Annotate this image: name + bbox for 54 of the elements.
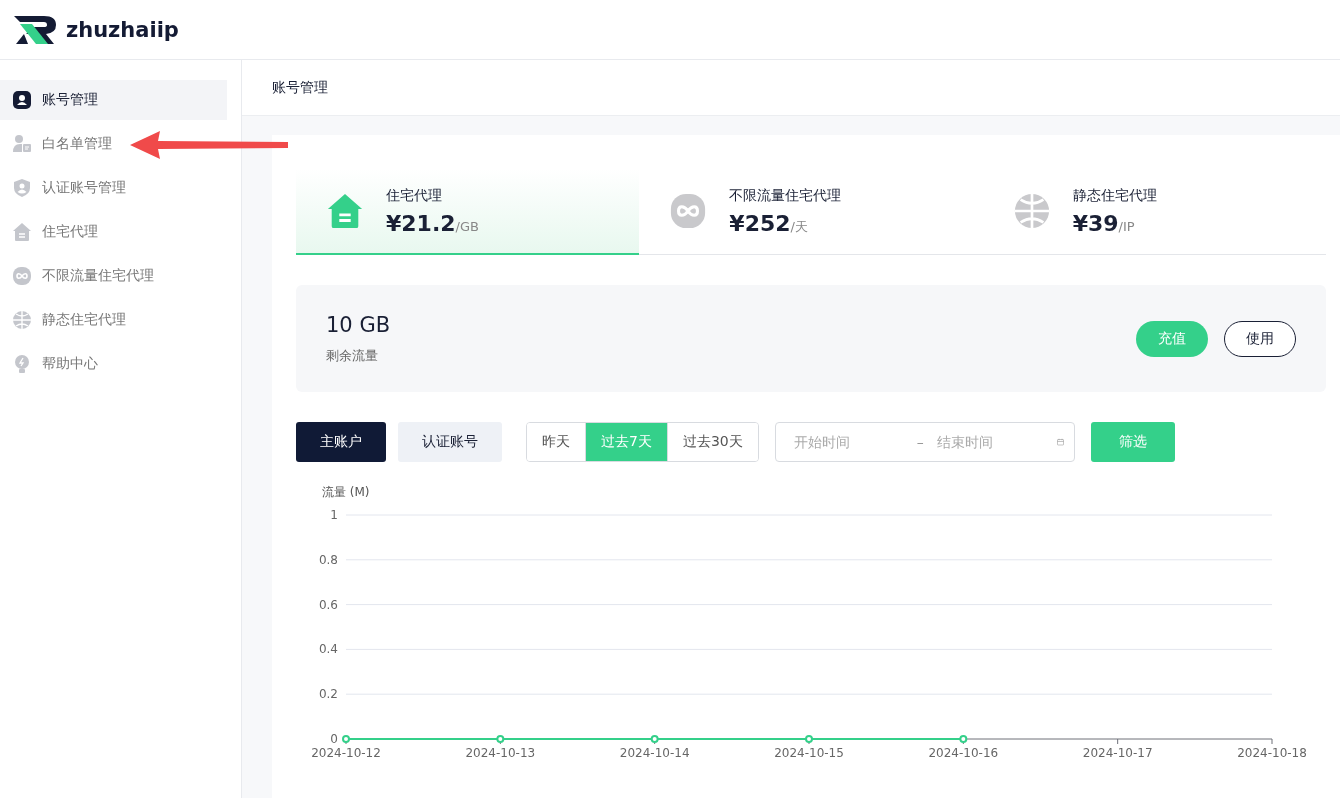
- globe-icon: [1012, 192, 1051, 230]
- data-point: [959, 735, 968, 743]
- sidebar-item[interactable]: 账号管理: [0, 80, 227, 120]
- product-price: ¥39/IP: [1072, 210, 1136, 236]
- shield-icon: [12, 178, 32, 198]
- range-separator: –: [915, 434, 925, 450]
- tick-label: 0.4: [318, 642, 338, 657]
- product-name: 静态住宅代理: [1072, 186, 1157, 205]
- product-price: ¥21.2/GB: [386, 210, 479, 236]
- globe-icon: [12, 310, 32, 330]
- tick-label: 2024-10-16: [928, 746, 999, 760]
- data-point: [496, 735, 505, 743]
- use-button[interactable]: 使用: [1224, 320, 1296, 357]
- logo-icon: [14, 15, 58, 44]
- tick-label: 2024-10-13: [465, 746, 536, 760]
- sidebar-item[interactable]: 帮助中心: [0, 344, 227, 384]
- sidebar-item[interactable]: 白名单管理: [0, 124, 227, 164]
- data-point: [342, 735, 350, 743]
- page-title: 账号管理: [272, 78, 328, 97]
- brand-name: zhuzhaiip: [66, 17, 179, 42]
- tick-label: 0: [330, 732, 338, 746]
- product-tab[interactable]: 不限流量住宅代理 ¥252/天: [639, 169, 983, 255]
- product-tab[interactable]: 静态住宅代理 ¥39/IP: [982, 169, 1326, 255]
- tick-label: 2024-10-12: [311, 746, 381, 760]
- date-range-field[interactable]: 开始时间 – 结束时间: [774, 422, 1075, 462]
- infinity-icon: [12, 266, 32, 286]
- house-icon: [326, 192, 364, 230]
- tick-label: 0.6: [318, 597, 338, 612]
- account-tab[interactable]: 认证账号: [398, 422, 502, 462]
- sidebar-item[interactable]: 不限流量住宅代理: [0, 256, 227, 296]
- tick-label: 2024-10-17: [1082, 746, 1153, 760]
- tick-label: 2024-10-15: [774, 746, 844, 760]
- axis-title: 流量 (M): [322, 485, 370, 499]
- tick-label: 0.2: [318, 687, 338, 702]
- house-icon: [12, 222, 32, 242]
- data-point: [805, 735, 813, 743]
- sidebar-item[interactable]: 认证账号管理: [0, 168, 227, 208]
- range-option[interactable]: 过去30天: [666, 423, 758, 461]
- tick-label: 2024-10-14: [619, 746, 690, 760]
- balance-value: 10 GB: [326, 312, 391, 337]
- balance-label: 剩余流量: [326, 346, 379, 365]
- sidebar-item[interactable]: 静态住宅代理: [0, 300, 227, 340]
- lightbulb-icon: [12, 354, 32, 374]
- tick-label: 0.8: [318, 552, 338, 567]
- account-tab[interactable]: 主账户: [296, 422, 386, 462]
- product-name: 住宅代理: [386, 186, 443, 205]
- tick-label: 2024-10-18: [1237, 746, 1307, 760]
- user-icon: [12, 90, 32, 110]
- sidebar-item[interactable]: 住宅代理: [0, 212, 227, 252]
- user-document-icon: [12, 134, 32, 154]
- product-name: 不限流量住宅代理: [729, 186, 842, 205]
- data-point: [650, 735, 659, 743]
- product-price: ¥252/天: [729, 210, 809, 236]
- tick-label: 1: [330, 508, 338, 522]
